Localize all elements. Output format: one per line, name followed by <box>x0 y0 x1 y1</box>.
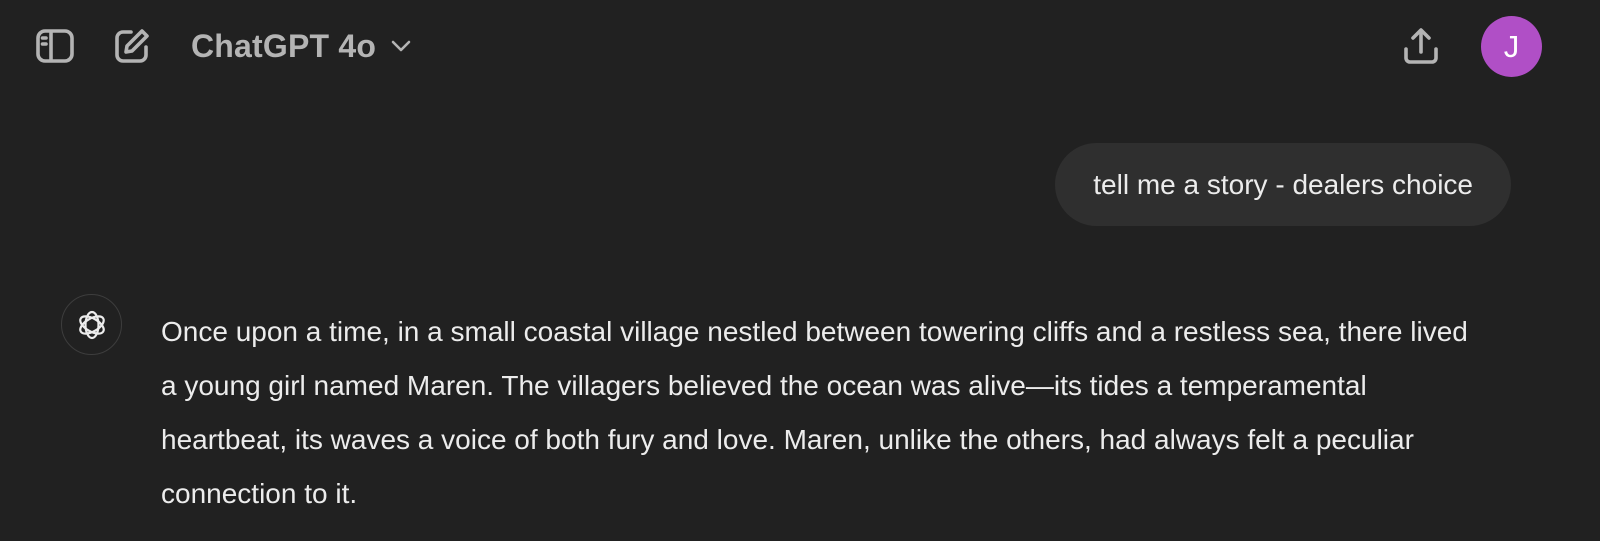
share-icon <box>1404 28 1438 64</box>
assistant-avatar <box>61 294 122 355</box>
model-name: ChatGPT 4o <box>191 27 377 64</box>
top-bar: ChatGPT 4o J <box>0 0 1600 96</box>
chat-window: ChatGPT 4o J tell me a story - dealers c… <box>0 0 1600 541</box>
avatar-initial: J <box>1503 28 1520 64</box>
edit-icon <box>115 29 149 63</box>
share-button[interactable] <box>1397 22 1445 70</box>
user-avatar[interactable]: J <box>1481 16 1542 77</box>
model-selector[interactable]: ChatGPT 4o <box>191 24 412 68</box>
user-message-text: tell me a story - dealers choice <box>1093 168 1473 200</box>
user-message-bubble: tell me a story - dealers choice <box>1055 143 1511 226</box>
sidebar-toggle-button[interactable] <box>31 22 79 70</box>
chevron-down-icon <box>391 40 411 52</box>
assistant-message-text: Once upon a time, in a small coastal vil… <box>161 316 1468 509</box>
openai-logo-icon <box>78 310 105 339</box>
sidebar-toggle-icon <box>36 29 74 63</box>
new-chat-button[interactable] <box>108 22 156 70</box>
